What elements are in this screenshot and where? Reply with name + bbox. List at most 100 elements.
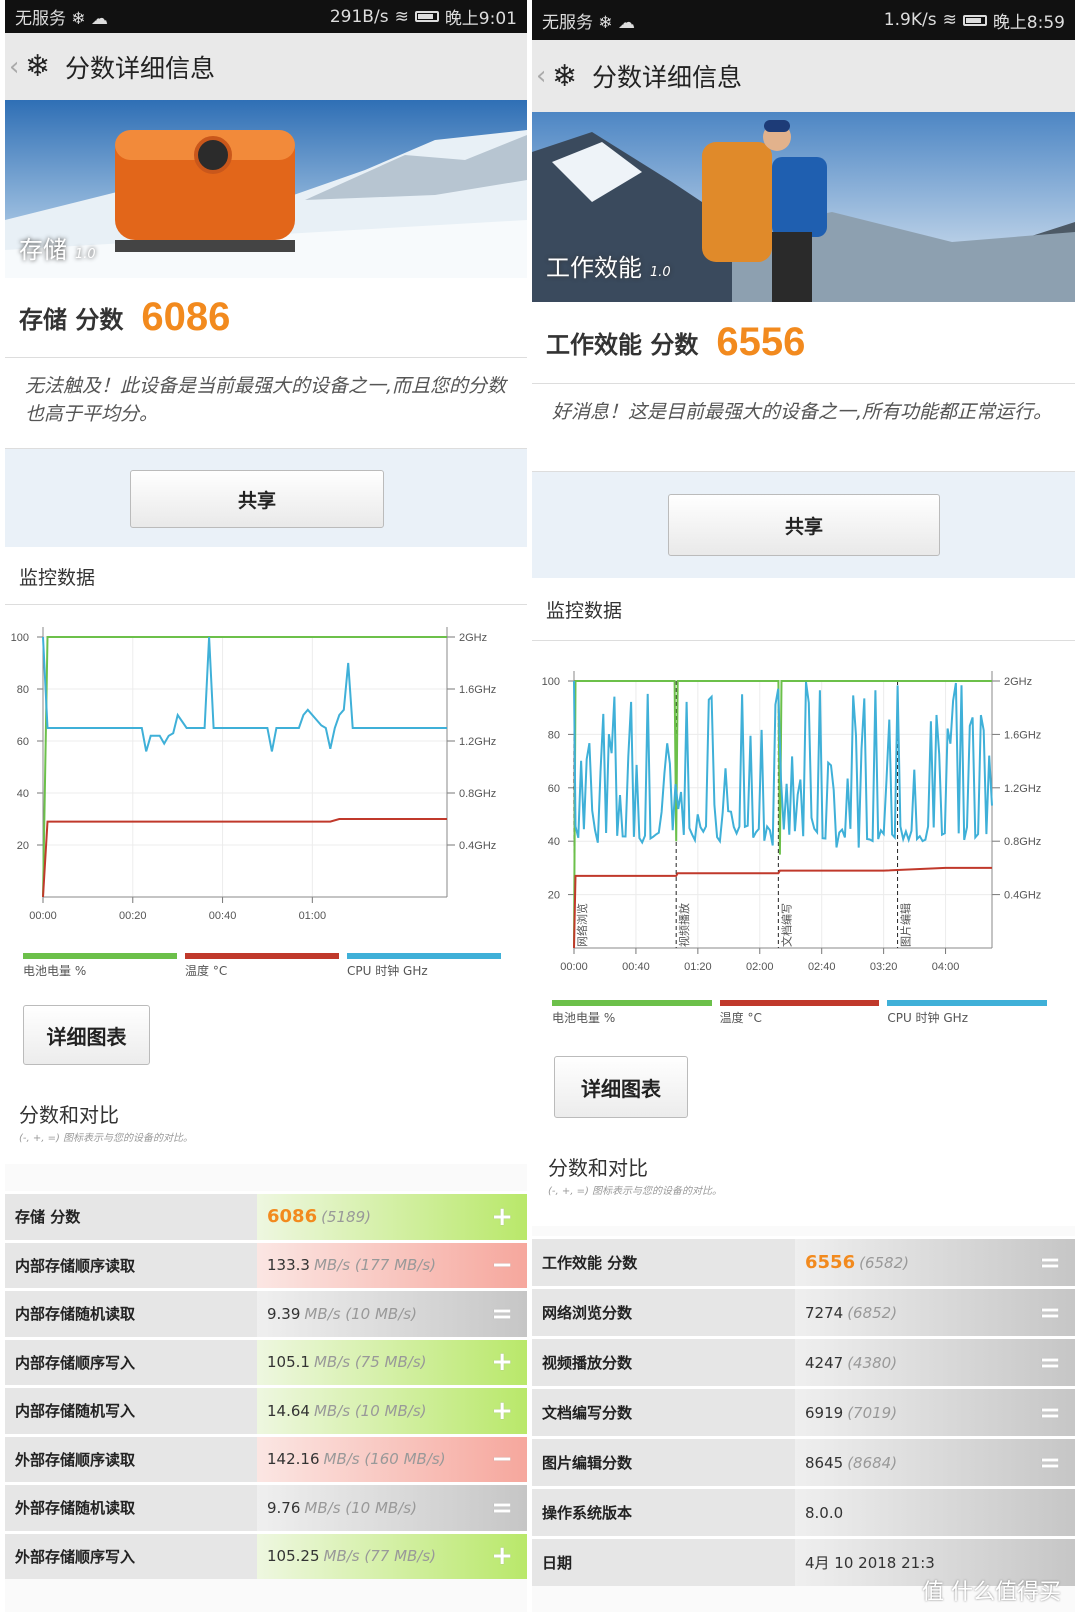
x-tick-label: 03:20 (870, 961, 898, 973)
net-speed: 291B/s (329, 6, 389, 27)
table-row: 工作效能 分数 6556 (6582) = (532, 1236, 1075, 1286)
monitor-title: 监控数据 (19, 567, 96, 589)
row-label: 操作系统版本 (532, 1489, 795, 1536)
series-line (42, 818, 447, 898)
x-tick-label: 00:40 (209, 910, 237, 922)
legend-cpu: CPU 时钟 GHz (887, 1000, 1048, 1026)
back-icon[interactable]: ‹ (536, 61, 552, 91)
y2-tick-label: 2GHz (459, 632, 487, 644)
detail-chart-button[interactable]: 详细图表 (23, 1005, 150, 1065)
back-icon[interactable]: ‹ (9, 52, 25, 82)
score-name: 存储 分数 (19, 306, 124, 334)
row-value: 133.3 MB/s (177 MB/s) − (257, 1242, 527, 1288)
y-tick-label: 40 (17, 788, 29, 800)
hero-label: 存储 1.0 (19, 236, 96, 264)
y-tick-label: 60 (17, 736, 29, 748)
legend-temperature: 温度 °C (719, 1000, 880, 1026)
y2-tick-label: 0.8GHz (459, 788, 496, 800)
app-header: ‹ ❄ 分数详细信息 (532, 40, 1075, 112)
x-tick-label: 02:40 (808, 961, 836, 973)
value-text: 14.64 (267, 1401, 310, 1420)
carrier-text: 无服务 ❄ ☁ (542, 12, 636, 33)
score-value: 6086 (141, 295, 231, 339)
y2-tick-label: 0.4GHz (459, 840, 496, 852)
y2-tick-label: 1.6GHz (459, 684, 496, 696)
y-tick-label: 100 (11, 632, 29, 644)
row-label: 文档编写分数 (532, 1389, 795, 1436)
y-tick-label: 80 (548, 729, 560, 741)
share-area: 共享 (5, 449, 527, 547)
row-value: 9.76 MB/s (10 MB/s) = (257, 1485, 527, 1531)
y-tick-label: 40 (548, 836, 560, 848)
row-label: 外部存储顺序读取 (5, 1436, 257, 1482)
table-row: 内部存储随机写入 14.64 MB/s (10 MB/s) + (5, 1385, 527, 1434)
page-title: 分数详细信息 (65, 53, 216, 83)
net-speed: 1.9K/s (883, 10, 937, 30)
legend-cpu: CPU 时钟 GHz (347, 953, 501, 979)
y2-tick-label: 1.2GHz (459, 736, 496, 748)
x-tick-label: 00:00 (29, 910, 57, 922)
y2-tick-label: 0.8GHz (1004, 836, 1041, 848)
value-text: 105.25 (267, 1547, 320, 1566)
plus-icon: + (491, 1347, 513, 1378)
row-label: 视频播放分数 (532, 1339, 795, 1386)
equal-icon: = (491, 1492, 513, 1523)
row-value: 6919 (7019) = (795, 1389, 1075, 1436)
value-text: 8645 (805, 1453, 844, 1472)
row-value: 14.64 MB/s (10 MB/s) + (257, 1388, 527, 1434)
score-row: 工作效能 分数 6556 (532, 302, 1075, 384)
compare-table: 存储 分数 6086 (5189) + 内部存储顺序读取 133.3 MB/s (177 M… (5, 1191, 527, 1612)
minus-icon: − (491, 1250, 513, 1281)
reference-value: MB/s (10 MB/s) (304, 1498, 417, 1517)
row-value: 7274 (6852) = (795, 1289, 1075, 1336)
row-value: 142.16 MB/s (160 MB/s) − (257, 1436, 527, 1482)
value-text: 6919 (805, 1403, 844, 1422)
reference-value: MB/s (10 MB/s) (304, 1304, 417, 1323)
y-tick-label: 20 (548, 890, 560, 902)
table-row: 图片编辑分数 8645 (8684) = (532, 1436, 1075, 1486)
reference-value: (8684) (847, 1453, 898, 1472)
value-text: 133.3 (267, 1256, 310, 1275)
equal-icon: = (1039, 1447, 1061, 1478)
value-text: 6556 (805, 1252, 856, 1273)
table-row: 内部存储顺序写入 105.1 MB/s (75 MB/s) + (5, 1336, 527, 1385)
legend-temperature: 温度 °C (185, 953, 339, 979)
detail-chart-button[interactable]: 详细图表 (554, 1056, 688, 1118)
y2-tick-label: 2GHz (1004, 676, 1032, 688)
compare-subtitle: (-, +, =) 图标表示与您的设备的对比。 (548, 1186, 723, 1197)
table-row: 内部存储随机读取 9.39 MB/s (10 MB/s) = (5, 1288, 527, 1337)
compare-title: 分数和对比 (19, 1103, 119, 1127)
compare-subtitle: (-, +, =) 图标表示与您的设备的对比。 (19, 1133, 194, 1144)
wifi-icon: ≋ (942, 10, 957, 30)
score-value: 6556 (716, 320, 806, 364)
row-value: 6086 (5189) + (257, 1194, 527, 1240)
table-row: 外部存储随机读取 9.76 MB/s (10 MB/s) = (5, 1482, 527, 1531)
monitor-title: 监控数据 (546, 600, 623, 622)
monitor-section: 监控数据 20 40 60 80 100 0.4GHz 0.8GHz 1.2GHz 1.6GHz… (532, 578, 1075, 1226)
reference-value: (6582) (859, 1253, 909, 1272)
row-label: 网络浏览分数 (532, 1289, 795, 1336)
reference-value: (5189) (321, 1207, 371, 1226)
share-button[interactable]: 共享 (130, 470, 384, 528)
equal-icon: = (1039, 1347, 1061, 1378)
value-text: 7274 (805, 1303, 844, 1322)
equal-icon: = (1039, 1297, 1061, 1328)
row-label: 内部存储随机读取 (5, 1291, 257, 1337)
row-label: 图片编辑分数 (532, 1439, 795, 1486)
value-text: 9.39 (267, 1304, 301, 1323)
table-row: 存储 分数 6086 (5189) + (5, 1191, 527, 1240)
phase-label: 图片编辑 (899, 903, 913, 947)
hero-label: 工作效能 1.0 (546, 254, 671, 282)
table-row: 视频播放分数 4247 (4380) = (532, 1336, 1075, 1386)
share-button[interactable]: 共享 (668, 494, 940, 556)
row-value: 9.39 MB/s (10 MB/s) = (257, 1291, 527, 1337)
series-line (573, 680, 993, 848)
x-tick-label: 04:00 (932, 961, 960, 973)
value-text: 9.76 (267, 1498, 301, 1517)
value-text: 105.1 (267, 1353, 310, 1372)
value-text: 4月 10 2018 21:3 (805, 1554, 935, 1572)
page-title: 分数详细信息 (592, 63, 743, 92)
hero-image: 工作效能 1.0 (532, 112, 1075, 302)
watermark: 值 什么值得买 (922, 1580, 1061, 1605)
row-value: 4247 (4380) = (795, 1339, 1075, 1386)
